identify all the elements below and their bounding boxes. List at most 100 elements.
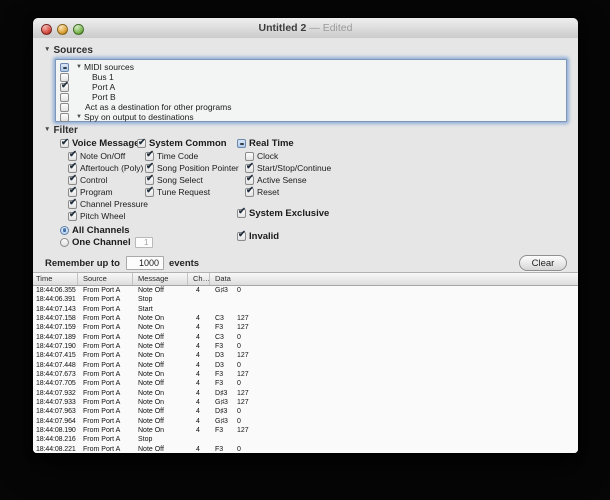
event-row[interactable]: 18:44:07.964 From Port A Note Off 4 G♯3 0 bbox=[33, 417, 578, 426]
checkbox-icon[interactable] bbox=[245, 161, 254, 173]
source-checkbox[interactable] bbox=[60, 92, 69, 102]
event-row[interactable]: 18:44:07.932 From Port A Note On 4 D♯3 127 bbox=[33, 389, 578, 398]
checkbox-icon[interactable] bbox=[68, 185, 77, 197]
filter-item-checkbox[interactable]: Song Position Pointer bbox=[145, 161, 239, 174]
event-data-value: 127 bbox=[237, 399, 249, 407]
source-checkbox[interactable] bbox=[60, 102, 69, 112]
source-checkbox[interactable] bbox=[60, 80, 69, 92]
event-data-note: G♯3 bbox=[215, 399, 228, 407]
event-row[interactable]: 18:44:07.159 From Port A Note On 4 F3 127 bbox=[33, 323, 578, 332]
source-checkbox[interactable] bbox=[60, 62, 69, 72]
remember-count-field[interactable] bbox=[125, 256, 164, 270]
event-row[interactable]: 18:44:07.158 From Port A Note On 4 C3 127 bbox=[33, 314, 578, 323]
filter-item-label: Pitch Wheel bbox=[80, 211, 126, 221]
event-source: From Port A bbox=[83, 371, 121, 379]
filter-standalone-checkbox[interactable]: System Exclusive bbox=[237, 206, 331, 219]
event-row[interactable]: 18:44:07.963 From Port A Note Off 4 D♯3 0 bbox=[33, 407, 578, 416]
event-source: From Port A bbox=[83, 361, 121, 369]
checkbox-icon[interactable] bbox=[68, 197, 77, 209]
sources-list[interactable]: ▼MIDI sourcesBus 1Port APort BAct as a d… bbox=[55, 59, 567, 122]
event-row[interactable]: 18:44:07.673 From Port A Note On 4 F3 127 bbox=[33, 370, 578, 379]
source-row[interactable]: Port A bbox=[56, 80, 566, 92]
event-row[interactable]: 18:44:07.933 From Port A Note On 4 G♯3 127 bbox=[33, 398, 578, 407]
checkbox-icon[interactable] bbox=[145, 185, 154, 197]
checkbox-icon[interactable] bbox=[60, 137, 69, 148]
checkbox-icon[interactable] bbox=[137, 137, 146, 148]
filter-section-label: Filter bbox=[53, 124, 78, 136]
column-header-ch[interactable]: Ch… bbox=[188, 273, 210, 285]
filter-section-header[interactable]: ▼ Filter bbox=[44, 124, 78, 136]
disclosure-triangle-icon[interactable]: ▼ bbox=[44, 126, 50, 134]
radio-icon[interactable] bbox=[60, 237, 69, 247]
event-row[interactable]: 18:44:07.190 From Port A Note Off 4 F3 0 bbox=[33, 342, 578, 351]
event-data bbox=[210, 436, 578, 443]
event-row[interactable]: 18:44:07.705 From Port A Note Off 4 F3 0 bbox=[33, 379, 578, 388]
event-data-value: 0 bbox=[237, 417, 241, 425]
filter-item-checkbox[interactable]: Tune Request bbox=[145, 185, 239, 198]
source-checkbox[interactable] bbox=[60, 112, 69, 122]
event-row[interactable]: 18:44:07.143 From Port A Start bbox=[33, 305, 578, 314]
event-row[interactable]: 18:44:08.216 From Port A Stop bbox=[33, 435, 578, 444]
filter-item-checkbox[interactable]: Channel Pressure bbox=[68, 197, 153, 210]
disclosure-triangle-icon[interactable]: ▼ bbox=[76, 114, 82, 120]
clear-button[interactable]: Clear bbox=[519, 255, 567, 271]
checkbox-icon[interactable] bbox=[145, 173, 154, 185]
source-row[interactable]: Act as a destination for other programs bbox=[56, 102, 566, 112]
event-row[interactable]: 18:44:07.415 From Port A Note On 4 D3 127 bbox=[33, 351, 578, 360]
source-row[interactable]: ▼ MIDI sources bbox=[56, 62, 566, 72]
filter-standalone-checkbox[interactable]: Invalid bbox=[237, 229, 331, 242]
filter-standalone-label: Invalid bbox=[249, 230, 280, 242]
filter-item-checkbox[interactable]: Active Sense bbox=[245, 173, 331, 186]
filter-item-checkbox[interactable]: Reset bbox=[245, 185, 331, 198]
checkbox-icon[interactable] bbox=[68, 209, 77, 221]
checkbox-icon[interactable] bbox=[237, 229, 246, 241]
sources-section-header[interactable]: ▼ Sources bbox=[44, 44, 93, 56]
checkbox-icon[interactable] bbox=[68, 161, 77, 173]
column-header-msg[interactable]: Message bbox=[133, 273, 188, 285]
event-row[interactable]: 18:44:06.391 From Port A Stop bbox=[33, 295, 578, 304]
filter-item-label: Tune Request bbox=[157, 187, 211, 197]
checkbox-icon[interactable] bbox=[68, 149, 77, 161]
event-message: Note Off bbox=[138, 445, 164, 453]
event-row[interactable]: 18:44:07.448 From Port A Note Off 4 D3 0 bbox=[33, 361, 578, 370]
window-titlebar[interactable]: Untitled 2 — Edited bbox=[33, 18, 578, 39]
one-channel-field[interactable] bbox=[134, 236, 153, 248]
source-row[interactable]: Bus 1 bbox=[56, 72, 566, 82]
source-row[interactable]: ▼ Spy on output to destinations bbox=[56, 112, 566, 122]
source-label: Bus 1 bbox=[92, 72, 114, 82]
event-row[interactable]: 18:44:07.189 From Port A Note Off 4 C3 0 bbox=[33, 333, 578, 342]
checkbox-icon[interactable] bbox=[245, 173, 254, 185]
event-time: 18:44:08.216 bbox=[36, 436, 76, 444]
checkbox-icon[interactable] bbox=[237, 206, 246, 218]
channel-radio[interactable]: All Channels bbox=[60, 224, 153, 236]
checkbox-icon[interactable] bbox=[245, 151, 254, 161]
checkbox-icon[interactable] bbox=[145, 149, 154, 161]
disclosure-triangle-icon[interactable]: ▼ bbox=[76, 64, 82, 70]
filter-item-checkbox[interactable]: Clock bbox=[245, 150, 331, 162]
event-message: Note On bbox=[138, 399, 165, 407]
column-header-src[interactable]: Source bbox=[78, 273, 133, 285]
checkbox-icon[interactable] bbox=[245, 185, 254, 197]
disclosure-triangle-icon[interactable]: ▼ bbox=[44, 46, 50, 54]
column-header-time[interactable]: Time bbox=[33, 273, 78, 285]
event-row[interactable]: 18:44:08.190 From Port A Note On 4 F3 127 bbox=[33, 426, 578, 435]
filter-item-checkbox[interactable]: Time Code bbox=[145, 149, 239, 162]
source-row[interactable]: Port B bbox=[56, 92, 566, 102]
filter-group-checkbox[interactable]: Real Time bbox=[237, 137, 331, 150]
filter-item-checkbox[interactable]: Song Select bbox=[145, 173, 239, 186]
radio-icon[interactable] bbox=[60, 225, 69, 235]
filter-item-checkbox[interactable]: Pitch Wheel bbox=[68, 209, 153, 222]
event-time: 18:44:07.932 bbox=[36, 389, 76, 397]
event-row[interactable]: 18:44:08.221 From Port A Note Off 4 F3 0 bbox=[33, 445, 578, 453]
checkbox-icon[interactable] bbox=[68, 173, 77, 185]
channel-radio[interactable]: One Channel bbox=[60, 236, 153, 248]
event-data-value: 127 bbox=[237, 371, 249, 379]
event-time: 18:44:07.190 bbox=[36, 343, 76, 351]
filter-item-checkbox[interactable]: Start/Stop/Continue bbox=[245, 161, 331, 174]
events-table-header[interactable]: Time Source Message Ch… Data bbox=[33, 273, 578, 286]
checkbox-icon[interactable] bbox=[237, 139, 246, 148]
checkbox-icon[interactable] bbox=[145, 161, 154, 173]
event-row[interactable]: 18:44:06.355 From Port A Note Off 4 G♯3 0 bbox=[33, 286, 578, 295]
events-table[interactable]: Time Source Message Ch… Data 18:44:06.355 Fro… bbox=[33, 272, 578, 453]
column-header-data[interactable]: Data bbox=[210, 273, 578, 285]
